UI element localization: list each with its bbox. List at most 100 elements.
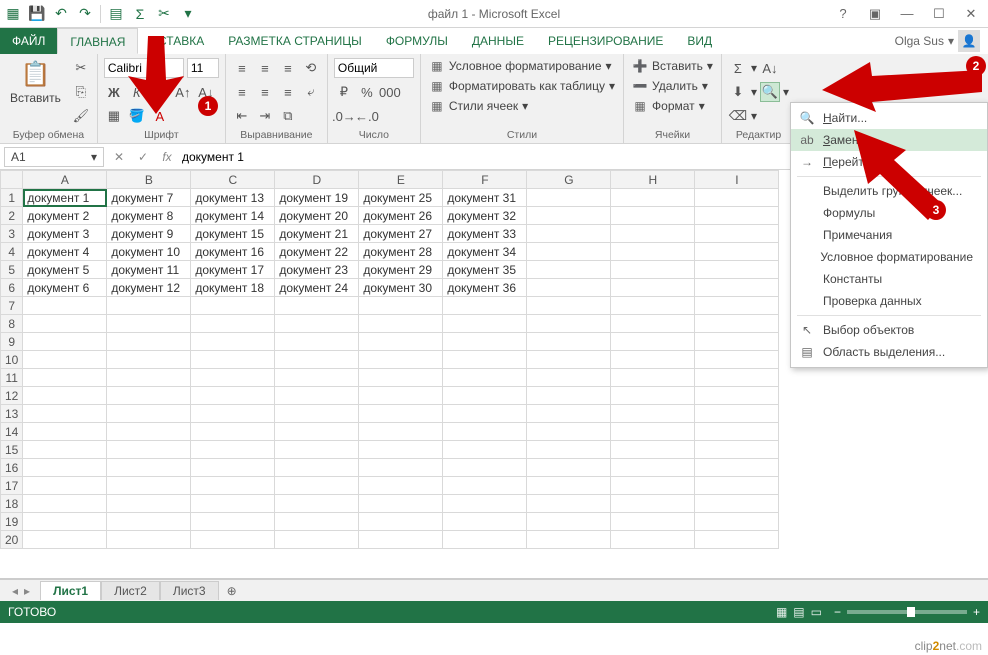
- cell[interactable]: [695, 531, 779, 549]
- cell[interactable]: документ 23: [275, 261, 359, 279]
- cell[interactable]: [695, 261, 779, 279]
- row-header[interactable]: 18: [1, 495, 23, 513]
- cell-styles-button[interactable]: ▦Стили ячеек▾: [427, 98, 617, 114]
- cell[interactable]: [191, 513, 275, 531]
- cell[interactable]: [443, 495, 527, 513]
- cell[interactable]: [359, 423, 443, 441]
- cell[interactable]: документ 14: [191, 207, 275, 225]
- cell[interactable]: [275, 315, 359, 333]
- cell[interactable]: документ 25: [359, 189, 443, 207]
- user-account[interactable]: Olga Sus ▾ 👤: [895, 30, 988, 52]
- qat-more-icon[interactable]: ▾: [179, 5, 197, 23]
- cell[interactable]: [611, 405, 695, 423]
- cell[interactable]: [359, 477, 443, 495]
- cell[interactable]: [527, 279, 611, 297]
- view-normal-icon[interactable]: ▦: [776, 605, 787, 619]
- currency-button[interactable]: ₽: [334, 82, 354, 102]
- cell[interactable]: [527, 333, 611, 351]
- align-center-button[interactable]: ≡: [255, 82, 275, 102]
- cell[interactable]: документ 2: [23, 207, 107, 225]
- cell[interactable]: [23, 459, 107, 477]
- tab-view[interactable]: ВИД: [675, 28, 724, 54]
- cell[interactable]: [443, 387, 527, 405]
- tab-review[interactable]: РЕЦЕНЗИРОВАНИЕ: [536, 28, 675, 54]
- cell[interactable]: [611, 351, 695, 369]
- cell[interactable]: [359, 531, 443, 549]
- cell[interactable]: [191, 351, 275, 369]
- tab-file[interactable]: ФАЙЛ: [0, 28, 57, 54]
- cell[interactable]: [443, 405, 527, 423]
- cell[interactable]: [107, 369, 191, 387]
- menu-select-objects[interactable]: ↖Выбор объектов: [791, 319, 987, 341]
- cell[interactable]: [527, 387, 611, 405]
- cell[interactable]: [23, 405, 107, 423]
- cell[interactable]: [191, 333, 275, 351]
- cell[interactable]: [359, 459, 443, 477]
- paste-button[interactable]: 📋 Вставить: [6, 58, 65, 107]
- cell[interactable]: [443, 459, 527, 477]
- row-header[interactable]: 8: [1, 315, 23, 333]
- row-header[interactable]: 4: [1, 243, 23, 261]
- zoom-slider[interactable]: − +: [834, 605, 980, 619]
- cell[interactable]: [695, 297, 779, 315]
- cell[interactable]: документ 27: [359, 225, 443, 243]
- format-cells-button[interactable]: ▦Формат▾: [630, 98, 715, 114]
- cell[interactable]: [527, 297, 611, 315]
- cell[interactable]: [275, 513, 359, 531]
- cell[interactable]: [695, 387, 779, 405]
- menu-selection-pane[interactable]: ▤Область выделения...: [791, 341, 987, 363]
- cell[interactable]: документ 7: [107, 189, 191, 207]
- cell[interactable]: [527, 459, 611, 477]
- cell[interactable]: [107, 315, 191, 333]
- cell[interactable]: документ 5: [23, 261, 107, 279]
- cell[interactable]: [527, 423, 611, 441]
- clear-button[interactable]: ⌫: [728, 106, 748, 126]
- cell[interactable]: [695, 513, 779, 531]
- cell[interactable]: [23, 531, 107, 549]
- row-header[interactable]: 20: [1, 531, 23, 549]
- cell[interactable]: [107, 405, 191, 423]
- merge-button[interactable]: ⧉: [278, 106, 298, 126]
- cell[interactable]: документ 32: [443, 207, 527, 225]
- col-header[interactable]: E: [359, 171, 443, 189]
- cell[interactable]: [191, 477, 275, 495]
- cell[interactable]: [527, 531, 611, 549]
- cell[interactable]: [695, 405, 779, 423]
- cell[interactable]: [107, 441, 191, 459]
- cell[interactable]: [611, 531, 695, 549]
- cell[interactable]: [191, 495, 275, 513]
- cell[interactable]: [695, 369, 779, 387]
- cell[interactable]: [275, 423, 359, 441]
- borders-button[interactable]: ▦: [104, 106, 124, 126]
- cell[interactable]: [191, 369, 275, 387]
- cell[interactable]: [527, 477, 611, 495]
- ribbon-options-icon[interactable]: ▣: [866, 6, 884, 22]
- align-right-button[interactable]: ≡: [278, 82, 298, 102]
- col-header[interactable]: D: [275, 171, 359, 189]
- cell[interactable]: [695, 315, 779, 333]
- cell[interactable]: [275, 495, 359, 513]
- cell[interactable]: [275, 387, 359, 405]
- cell[interactable]: [275, 477, 359, 495]
- cell[interactable]: документ 24: [275, 279, 359, 297]
- fill-button[interactable]: ⬇: [728, 82, 748, 102]
- cell[interactable]: [527, 315, 611, 333]
- number-format-combo[interactable]: [334, 58, 414, 78]
- cell[interactable]: документ 6: [23, 279, 107, 297]
- cell[interactable]: [443, 369, 527, 387]
- cell[interactable]: [695, 495, 779, 513]
- cell[interactable]: [611, 477, 695, 495]
- cell[interactable]: документ 16: [191, 243, 275, 261]
- cell[interactable]: [359, 369, 443, 387]
- cell[interactable]: [611, 279, 695, 297]
- cell[interactable]: [107, 513, 191, 531]
- cell[interactable]: документ 18: [191, 279, 275, 297]
- tab-data[interactable]: ДАННЫЕ: [460, 28, 536, 54]
- cell[interactable]: документ 15: [191, 225, 275, 243]
- cell[interactable]: [275, 297, 359, 315]
- sheet-tab-2[interactable]: Лист2: [101, 581, 160, 600]
- cell[interactable]: документ 30: [359, 279, 443, 297]
- cell[interactable]: документ 22: [275, 243, 359, 261]
- view-layout-icon[interactable]: ▤: [793, 605, 804, 619]
- sum-icon[interactable]: Σ: [131, 5, 149, 23]
